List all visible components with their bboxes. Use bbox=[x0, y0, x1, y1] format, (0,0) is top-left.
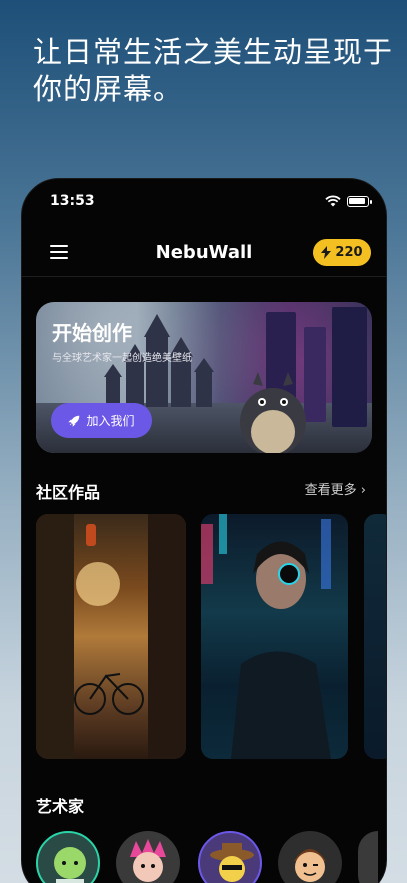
totoro-illustration bbox=[240, 372, 306, 453]
hero-title: 开始创作 bbox=[52, 321, 132, 345]
status-bar: 13:53 bbox=[22, 179, 386, 223]
artwork-card[interactable] bbox=[201, 514, 348, 759]
hero-subtitle: 与全球艺术家一起创造绝美壁纸 bbox=[52, 353, 192, 364]
join-button-label: 加入我们 bbox=[86, 414, 135, 428]
promo-headline: 让日常生活之美生动呈现于你的屏幕。 bbox=[33, 35, 394, 106]
artist-avatar[interactable] bbox=[198, 831, 262, 883]
join-button[interactable]: 加入我们 bbox=[51, 403, 152, 438]
artwork-card[interactable] bbox=[364, 514, 386, 759]
top-nav: NebuWall 220 bbox=[22, 231, 386, 277]
create-banner[interactable]: 开始创作 与全球艺术家一起创造绝美壁纸 加入我们 bbox=[36, 302, 372, 453]
artwork-card[interactable] bbox=[36, 514, 186, 759]
coin-balance-badge[interactable]: 220 bbox=[313, 239, 371, 266]
artists-row[interactable] bbox=[36, 831, 386, 883]
alley-bicycle-image bbox=[36, 514, 186, 759]
artist-avatar[interactable] bbox=[36, 831, 100, 883]
bolt-icon bbox=[321, 246, 332, 259]
artist-avatar[interactable] bbox=[116, 831, 180, 883]
artists-section-title: 艺术家 bbox=[36, 797, 85, 816]
status-time: 13:53 bbox=[50, 193, 95, 209]
battery-icon bbox=[347, 196, 372, 207]
cyberpunk-portrait-image bbox=[201, 514, 331, 759]
artist-avatar[interactable] bbox=[358, 831, 378, 883]
community-section-title: 社区作品 bbox=[36, 483, 101, 502]
coin-count: 220 bbox=[335, 245, 363, 260]
community-carousel[interactable] bbox=[36, 514, 386, 759]
phone-frame: 13:53 NebuWall 220 开始创作 与全球艺术家一起创造绝美壁纸 加… bbox=[21, 178, 387, 883]
see-more-label: 查看更多 bbox=[304, 483, 357, 498]
wifi-icon bbox=[325, 195, 341, 207]
chevron-right-icon: › bbox=[360, 483, 366, 498]
see-more-link[interactable]: 查看更多 › bbox=[305, 479, 366, 498]
artist-avatar[interactable] bbox=[278, 831, 342, 883]
rocket-icon bbox=[68, 415, 80, 427]
